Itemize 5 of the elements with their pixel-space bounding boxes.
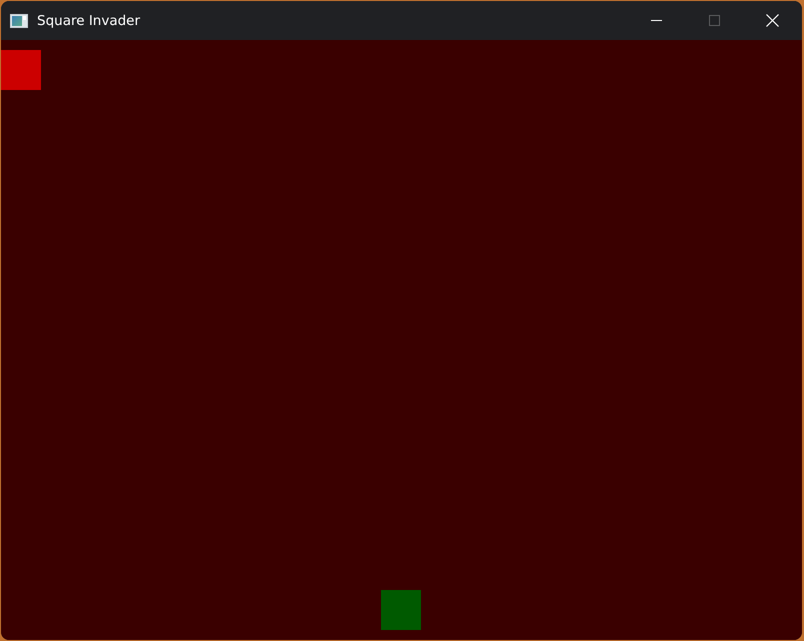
- app-window-icon: [10, 14, 28, 28]
- close-icon: [766, 14, 778, 27]
- maximize-icon: [708, 15, 720, 26]
- window-title: Square Invader: [37, 13, 140, 29]
- minimize-icon: [650, 20, 662, 21]
